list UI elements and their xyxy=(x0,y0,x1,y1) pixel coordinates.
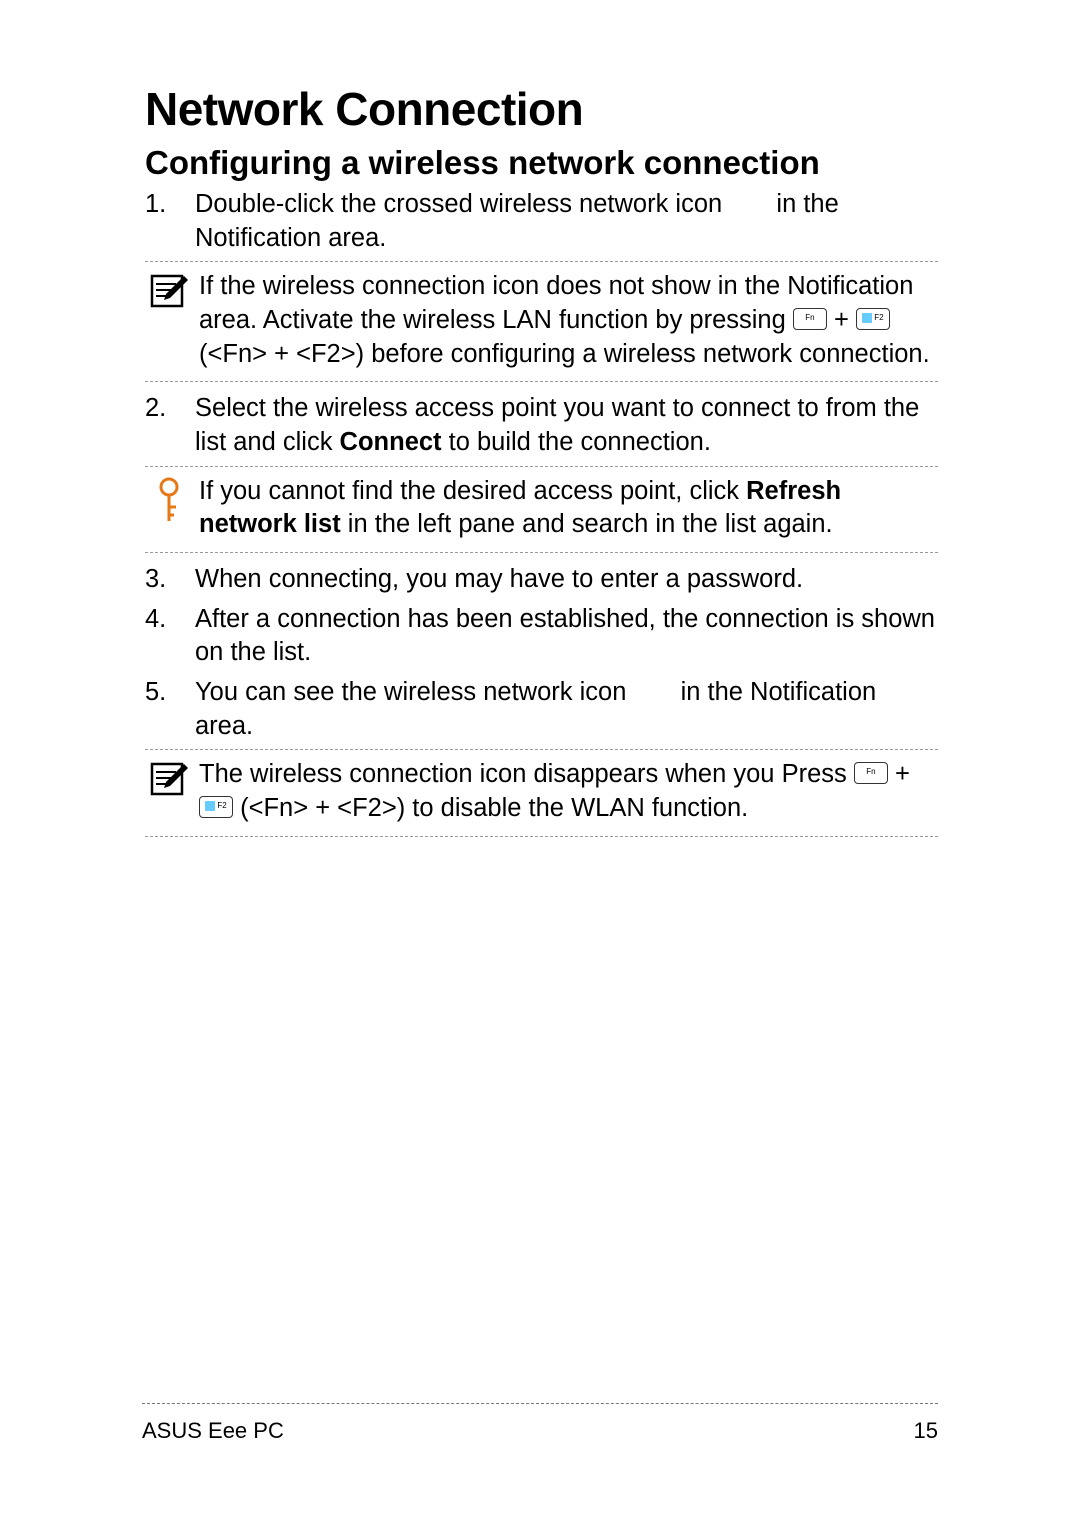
text: F2 xyxy=(217,801,226,810)
manual-page: Network Connection Configuring a wireles… xyxy=(0,0,1080,1514)
bold-text: Connect xyxy=(340,428,442,456)
step-body: When connecting, you may have to enter a… xyxy=(195,563,938,597)
pencil-note-icon xyxy=(145,270,193,310)
step-number: 1. xyxy=(145,188,195,255)
steps-list: 2. Select the wireless access point you … xyxy=(145,392,938,459)
note-body: If the wireless connection icon does not… xyxy=(193,270,938,371)
step-number: 4. xyxy=(145,603,195,670)
fn-key-icon: Fn xyxy=(854,762,888,784)
steps-list: 1. Double-click the crossed wireless net… xyxy=(145,188,938,255)
text: You can see the wireless network icon xyxy=(195,678,626,706)
step-number: 2. xyxy=(145,392,195,459)
footer-left: ASUS Eee PC xyxy=(142,1418,284,1444)
f2-key-icon: F2 xyxy=(856,308,890,330)
text: to build the connection. xyxy=(442,428,711,456)
step-body: After a connection has been established,… xyxy=(195,603,938,670)
text: If you cannot find the desired access po… xyxy=(199,477,746,505)
step-number: 3. xyxy=(145,563,195,597)
page-title: Network Connection xyxy=(145,82,938,136)
footer-divider xyxy=(142,1403,938,1404)
step-number: 5. xyxy=(145,676,195,743)
note-body: The wireless connection icon disappears … xyxy=(193,758,938,825)
text: The wireless connection icon disappears … xyxy=(199,760,854,788)
text: + xyxy=(888,760,910,788)
section-subtitle: Configuring a wireless network connectio… xyxy=(145,144,938,182)
text: Double-click the crossed wireless networ… xyxy=(195,190,722,218)
step-4: 4. After a connection has been establish… xyxy=(145,603,938,670)
note-important-2: The wireless connection icon disappears … xyxy=(145,749,938,836)
text: in the left pane and search in the list … xyxy=(341,510,833,538)
pencil-note-icon xyxy=(145,758,193,798)
steps-list: 3. When connecting, you may have to ente… xyxy=(145,563,938,743)
text: (<Fn> + <F2>) to disable the WLAN functi… xyxy=(233,794,748,822)
f2-key-icon: F2 xyxy=(199,796,233,818)
step-5: 5. You can see the wireless network icon… xyxy=(145,676,938,743)
step-2: 2. Select the wireless access point you … xyxy=(145,392,938,459)
text: F2 xyxy=(874,313,883,322)
page-footer: ASUS Eee PC 15 xyxy=(142,1410,938,1444)
text: + xyxy=(827,306,856,334)
note-body: If you cannot find the desired access po… xyxy=(193,475,938,542)
step-1: 1. Double-click the crossed wireless net… xyxy=(145,188,938,255)
note-tip: If you cannot find the desired access po… xyxy=(145,466,938,553)
fn-key-icon: Fn xyxy=(793,308,827,330)
footer-page-number: 15 xyxy=(914,1418,938,1444)
step-body: You can see the wireless network icon in… xyxy=(195,676,938,743)
content-area: 1. Double-click the crossed wireless net… xyxy=(145,188,938,837)
step-body: Select the wireless access point you wan… xyxy=(195,392,938,459)
key-tip-icon xyxy=(145,475,193,529)
note-important-1: If the wireless connection icon does not… xyxy=(145,261,938,382)
step-3: 3. When connecting, you may have to ente… xyxy=(145,563,938,597)
text: (<Fn> + <F2>) before configuring a wirel… xyxy=(199,340,930,368)
step-body: Double-click the crossed wireless networ… xyxy=(195,188,938,255)
